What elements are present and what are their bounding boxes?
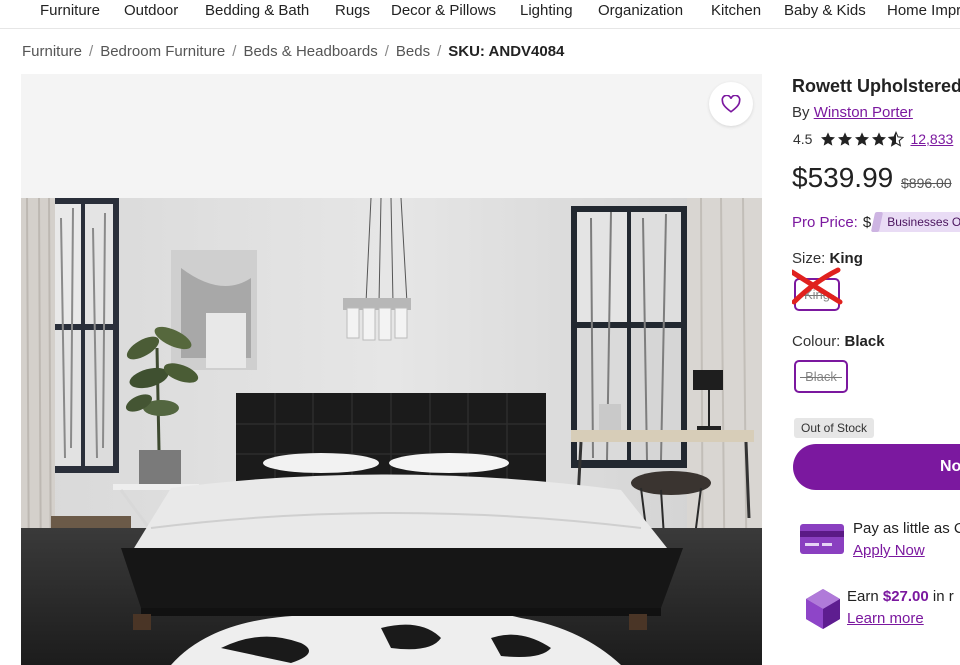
- breadcrumb-bedroom-furniture[interactable]: Bedroom Furniture: [100, 43, 225, 60]
- size-selected-value: King: [829, 250, 863, 267]
- nav-item-bedding-bath[interactable]: Bedding & Bath: [205, 2, 309, 19]
- colour-label-text: Colour:: [792, 333, 841, 350]
- rewards-promo: Earn $27.00 in r Learn more: [800, 586, 954, 630]
- notify-me-button[interactable]: No: [793, 444, 960, 490]
- breadcrumb-separator: /: [89, 43, 94, 60]
- review-count-link[interactable]: 12,833: [910, 131, 953, 147]
- size-label: Size: King: [792, 250, 863, 267]
- pro-price-label: Pro Price:: [792, 213, 858, 231]
- nav-item-lighting[interactable]: Lighting: [520, 2, 573, 19]
- notify-button-label: No: [940, 458, 960, 475]
- star-half-icon: [888, 131, 905, 147]
- rewards-suffix: in r: [932, 588, 954, 605]
- star-icon: [855, 132, 870, 146]
- pro-price-row: Pro Price: $ Businesses On: [792, 212, 960, 232]
- rewards-text: Earn $27.00 in r: [847, 586, 954, 608]
- out-of-stock-badge: Out of Stock: [794, 418, 875, 438]
- breadcrumb-furniture[interactable]: Furniture: [22, 43, 82, 60]
- favorite-button[interactable]: [709, 82, 753, 126]
- sale-price: $539.99: [792, 162, 894, 193]
- nav-item-rugs[interactable]: Rugs: [335, 2, 370, 19]
- colour-label: Colour: Black: [792, 333, 885, 350]
- nav-item-home-improvement[interactable]: Home Impr: [887, 2, 960, 19]
- heart-icon: [721, 95, 741, 113]
- byline-prefix: By: [792, 104, 810, 121]
- unavailable-strike: [800, 294, 834, 296]
- rewards-amount: $27.00: [882, 588, 929, 605]
- credit-card-icon: [800, 524, 844, 554]
- breadcrumb: Furniture / Bedroom Furniture / Beds & Headb…: [22, 43, 564, 60]
- colour-selected-value: Black: [844, 333, 885, 350]
- rating-value: 4.5: [793, 131, 813, 147]
- pro-price-amount: $: [862, 213, 872, 231]
- star-icon: [872, 132, 887, 146]
- category-nav: Furniture Outdoor Bedding & Bath Rugs De…: [0, 0, 960, 29]
- star-icon: [821, 132, 836, 146]
- rating-stars: [820, 131, 905, 147]
- colour-option-black[interactable]: Black: [794, 360, 848, 393]
- business-tag[interactable]: Businesses On: [875, 212, 960, 232]
- original-price: $896.00: [901, 175, 952, 191]
- breadcrumb-beds-headboards[interactable]: Beds & Headboards: [243, 43, 377, 60]
- product-photo: [21, 198, 762, 665]
- breadcrumb-beds[interactable]: Beds: [396, 43, 430, 60]
- gem-icon: [806, 589, 840, 629]
- size-option-king[interactable]: King: [792, 267, 843, 311]
- product-image-panel[interactable]: [21, 74, 762, 665]
- financing-promo: Pay as little as C Apply Now: [800, 518, 960, 562]
- financing-text: Pay as little as C: [853, 520, 960, 537]
- breadcrumb-separator: /: [232, 43, 237, 60]
- nav-item-baby-kids[interactable]: Baby & Kids: [784, 2, 866, 19]
- learn-more-link[interactable]: Learn more: [847, 608, 954, 630]
- size-label-text: Size:: [792, 250, 826, 267]
- nav-item-decor-pillows[interactable]: Decor & Pillows: [391, 2, 496, 19]
- breadcrumb-separator: /: [437, 43, 442, 60]
- product-byline: By Winston Porter: [792, 104, 913, 121]
- nav-item-furniture[interactable]: Furniture: [40, 2, 100, 19]
- star-icon: [838, 132, 853, 146]
- nav-item-organization[interactable]: Organization: [598, 2, 683, 19]
- rewards-prefix: Earn: [847, 588, 879, 605]
- product-title: Rowett Upholstered: [792, 76, 960, 96]
- nav-item-outdoor[interactable]: Outdoor: [124, 2, 178, 19]
- apply-now-link[interactable]: Apply Now: [853, 540, 960, 562]
- breadcrumb-separator: /: [384, 43, 389, 60]
- product-info-panel: Rowett Upholstered By Winston Porter 4.5…: [792, 74, 960, 665]
- unavailable-strike: [800, 376, 842, 378]
- product-sku: SKU: ANDV4084: [448, 43, 565, 60]
- nav-item-kitchen[interactable]: Kitchen: [711, 2, 761, 19]
- product-rating[interactable]: 4.5 12,833: [793, 131, 953, 147]
- brand-link[interactable]: Winston Porter: [814, 104, 913, 121]
